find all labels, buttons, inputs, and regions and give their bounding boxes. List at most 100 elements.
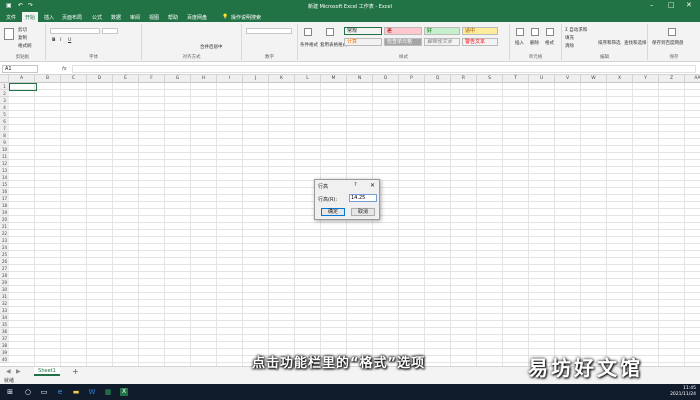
column-header[interactable]: G [165, 75, 191, 83]
row-header[interactable]: 5 [0, 111, 9, 118]
row-header[interactable]: 12 [0, 160, 9, 167]
column-header[interactable]: M [321, 75, 347, 83]
format-painter-button[interactable]: 格式刷 [18, 43, 32, 49]
dialog-close-icon[interactable]: ✕ [370, 182, 375, 189]
row-header[interactable]: 3 [0, 97, 9, 104]
table-format-button[interactable]: 套用表格格式 [320, 42, 347, 48]
row-header[interactable]: 17 [0, 195, 9, 202]
row-header[interactable]: 36 [0, 328, 9, 335]
tab-review[interactable]: 审阅 [130, 14, 140, 21]
column-header[interactable]: P [399, 75, 425, 83]
column-header[interactable]: R [451, 75, 477, 83]
fill-button[interactable]: 填充 [565, 35, 574, 41]
column-header[interactable]: Q [425, 75, 451, 83]
row-header[interactable]: 35 [0, 321, 9, 328]
merge-center-button[interactable]: 合并后居中 [200, 44, 223, 50]
task-view-icon[interactable]: ▭ [40, 388, 48, 396]
tab-view[interactable]: 视图 [149, 14, 159, 21]
row-header[interactable]: 29 [0, 279, 9, 286]
tab-help[interactable]: 帮助 [168, 14, 178, 21]
row-header[interactable]: 20 [0, 216, 9, 223]
column-header[interactable]: X [607, 75, 633, 83]
autosum-button[interactable]: Σ 自动求和 [565, 27, 587, 33]
spreadsheet-grid[interactable]: A B C D E F G H I J K L M N O P Q R S T U V W X Y Z AA 1 2 3 4 5 6 7 8 9 10… [0, 75, 700, 366]
column-header[interactable]: F [139, 75, 165, 83]
column-header[interactable]: AA [685, 75, 700, 83]
column-header[interactable]: N [347, 75, 373, 83]
row-header[interactable]: 10 [0, 146, 9, 153]
sort-filter-button[interactable]: 排序和筛选 [598, 40, 621, 46]
tab-insert[interactable]: 插入 [44, 14, 54, 21]
row-header[interactable]: 25 [0, 251, 9, 258]
save-baidu-button[interactable]: 保存到百度网盘 [652, 40, 684, 46]
row-header[interactable]: 13 [0, 167, 9, 174]
column-header[interactable]: I [217, 75, 243, 83]
font-name-select[interactable] [50, 28, 100, 34]
excel-icon[interactable]: X [120, 388, 128, 396]
maximize-icon[interactable]: □ [668, 1, 675, 9]
tab-data[interactable]: 数据 [111, 14, 121, 21]
row-header[interactable]: 31 [0, 293, 9, 300]
style-bad[interactable]: 差 [384, 27, 422, 35]
row-header[interactable]: 38 [0, 342, 9, 349]
row-header[interactable]: 39 [0, 349, 9, 356]
tab-page-layout[interactable]: 页面布局 [62, 14, 82, 21]
cancel-button[interactable]: 取消 [351, 208, 375, 216]
delete-cells-button[interactable]: 删除 [530, 40, 539, 46]
row-header[interactable]: 6 [0, 118, 9, 125]
tab-home[interactable]: 开始 [22, 12, 39, 22]
column-header[interactable]: Y [633, 75, 659, 83]
column-header[interactable]: B [35, 75, 61, 83]
row-header[interactable]: 4 [0, 104, 9, 111]
close-icon[interactable]: ✕ [686, 1, 692, 9]
row-header[interactable]: 37 [0, 335, 9, 342]
windows-start-icon[interactable]: ⊞ [6, 388, 14, 396]
row-header[interactable]: 28 [0, 272, 9, 279]
row-header[interactable]: 30 [0, 286, 9, 293]
column-header[interactable]: W [581, 75, 607, 83]
row-header[interactable]: 1 [0, 83, 9, 90]
style-good[interactable]: 好 [424, 27, 460, 35]
row-header[interactable]: 23 [0, 237, 9, 244]
edge-icon[interactable]: e [56, 388, 64, 396]
style-explanatory[interactable]: 解释性文本 [424, 38, 460, 46]
row-height-input[interactable] [349, 194, 377, 202]
tell-me-search[interactable]: 操作说明搜索 [231, 14, 261, 21]
clear-button[interactable]: 清除 [565, 43, 574, 49]
fx-icon[interactable]: fx [62, 66, 67, 72]
paste-icon[interactable] [4, 28, 14, 40]
help-icon[interactable]: ? [354, 182, 357, 188]
column-header[interactable]: U [529, 75, 555, 83]
row-header[interactable]: 26 [0, 258, 9, 265]
formula-input[interactable] [72, 65, 696, 73]
style-calculation[interactable]: 计算 [344, 38, 382, 46]
italic-icon[interactable]: I [60, 38, 61, 43]
column-header[interactable]: K [269, 75, 295, 83]
bold-icon[interactable]: B [52, 38, 55, 43]
row-header[interactable]: 15 [0, 181, 9, 188]
conditional-format-button[interactable]: 条件格式 [300, 42, 318, 48]
sheet-prev-icon[interactable]: ◀ [6, 368, 11, 375]
style-neutral[interactable]: 适中 [462, 27, 498, 35]
number-format-select[interactable] [246, 28, 292, 34]
style-warning[interactable]: 警告文本 [462, 38, 498, 46]
row-header[interactable]: 27 [0, 265, 9, 272]
row-header[interactable]: 33 [0, 307, 9, 314]
underline-icon[interactable]: U [68, 38, 71, 43]
row-header[interactable]: 2 [0, 90, 9, 97]
find-select-button[interactable]: 查找和选择 [624, 40, 647, 46]
column-header[interactable]: T [503, 75, 529, 83]
row-header[interactable]: 40 [0, 356, 9, 363]
select-all-corner[interactable] [0, 75, 9, 83]
row-header[interactable]: 21 [0, 223, 9, 230]
column-header[interactable]: L [295, 75, 321, 83]
format-cells-button[interactable]: 格式 [545, 40, 554, 46]
column-header[interactable]: S [477, 75, 503, 83]
column-header[interactable]: J [243, 75, 269, 83]
column-header[interactable]: D [87, 75, 113, 83]
insert-cells-button[interactable]: 插入 [515, 40, 524, 46]
column-header[interactable]: C [61, 75, 87, 83]
style-normal[interactable]: 常规 [344, 27, 382, 35]
cut-button[interactable]: 剪切 [18, 27, 27, 33]
column-header[interactable]: E [113, 75, 139, 83]
